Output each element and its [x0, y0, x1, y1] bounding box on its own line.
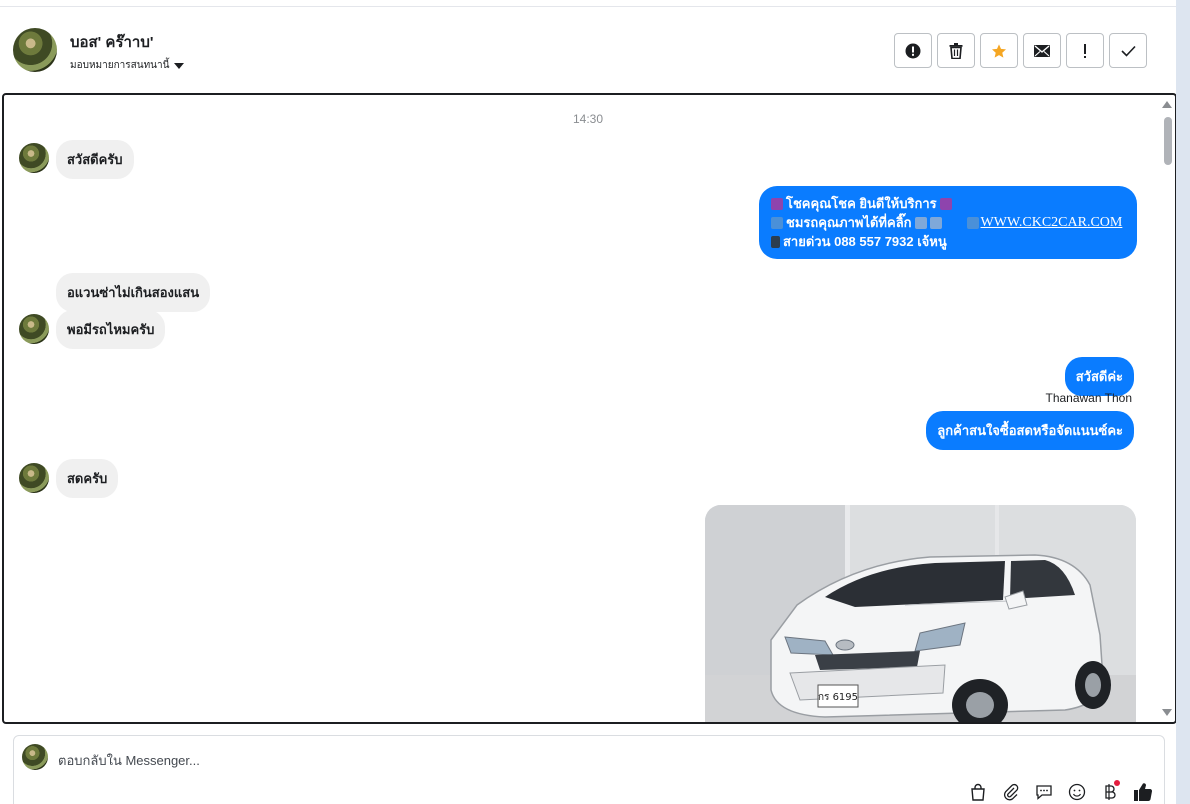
exclamation-icon [1084, 43, 1086, 58]
contact-avatar[interactable] [13, 28, 57, 72]
conversation-header: บอส' คร๊าาบ' มอบหมายการสนทนานี้ [0, 8, 1176, 92]
contact-name[interactable]: บอส' คร๊าาบ' [70, 30, 153, 54]
star-icon [992, 43, 1006, 58]
assign-conversation-dropdown[interactable]: มอบหมายการสนทนานี้ [70, 58, 185, 73]
window-right-edge [1176, 0, 1190, 804]
incoming-message: สวัสดีครับ [56, 140, 134, 179]
thread-scrollbar[interactable] [1161, 95, 1175, 722]
website-link[interactable]: WWW.CKC2CAR.COM [966, 213, 1123, 232]
incoming-message: สดครับ [56, 459, 119, 498]
play-icon [771, 216, 783, 229]
shopping-bag-icon [970, 783, 985, 801]
thumbs-up-icon [1133, 782, 1152, 801]
attach-button[interactable] [999, 780, 1022, 803]
car-photo-attachment[interactable]: กร 6195 [705, 505, 1136, 722]
arrow-down-icon [929, 216, 942, 229]
contact-avatar [19, 314, 49, 344]
scroll-thumb[interactable] [1164, 117, 1172, 165]
mail-icon [1034, 44, 1050, 57]
inbox-page: บอส' คร๊าาบ' มอบหมายการสนทนานี้ 14:30 สว… [0, 0, 1177, 804]
contact-avatar [19, 143, 49, 173]
promo-line-2: ชมรถคุณภาพได้ที่คลิ๊ก [786, 215, 912, 230]
scroll-down-arrow-icon[interactable] [1162, 709, 1172, 716]
phone-icon [771, 235, 780, 248]
emoji-button[interactable] [1065, 780, 1088, 803]
promo-line-3: สายด่วน 088 557 7932 เจ้หนู [783, 234, 947, 249]
delete-button[interactable] [937, 33, 975, 68]
done-button[interactable] [1109, 33, 1147, 68]
outgoing-message: ลูกค้าสนใจซื้อสดหรือจัดแนนซ์คะ [926, 411, 1134, 450]
caret-down-icon [174, 62, 185, 69]
sparkle-icon [771, 197, 783, 210]
license-plate: กร 6195 [818, 692, 858, 703]
spam-button[interactable] [894, 33, 932, 68]
arrow-down-icon [914, 216, 927, 229]
mark-unread-button[interactable] [1023, 33, 1061, 68]
message-thread[interactable]: 14:30 สวัสดีครับ โชคคุณโชค ยินดีให้บริกา… [2, 93, 1177, 724]
outgoing-promo-message: โชคคุณโชค ยินดีให้บริการ ชมรถคุณภาพได้ที… [759, 186, 1137, 259]
message-timestamp: 14:30 [572, 112, 604, 126]
play-icon [966, 216, 979, 229]
car-photo-illustration: กร 6195 [705, 505, 1136, 722]
alert-circle-icon [905, 43, 921, 58]
sender-name: Thanawan Thon [1045, 391, 1132, 405]
header-actions [894, 33, 1147, 68]
chat-bubble-icon [1035, 784, 1052, 800]
shop-button[interactable] [966, 780, 989, 803]
payment-button[interactable] [1098, 780, 1121, 803]
like-button[interactable] [1131, 780, 1154, 803]
page-avatar [22, 744, 48, 770]
scroll-up-arrow-icon[interactable] [1162, 101, 1172, 108]
incoming-message: พอมีรถไหมครับ [56, 310, 166, 349]
notification-dot [1114, 780, 1120, 786]
promo-line-1: โชคคุณโชค ยินดีให้บริการ [786, 196, 937, 211]
website-link-text: WWW.CKC2CAR.COM [980, 215, 1123, 230]
follow-up-button[interactable] [1066, 33, 1104, 68]
check-icon [1120, 45, 1136, 57]
composer-tools [966, 780, 1154, 803]
smiley-icon [1068, 783, 1085, 800]
reply-composer [13, 735, 1165, 804]
top-divider [0, 6, 1176, 7]
contact-avatar [19, 463, 49, 493]
incoming-message: อแวนซ่าไม่เกินสองแสน [56, 273, 211, 312]
reply-input[interactable] [58, 750, 958, 770]
assign-label: มอบหมายการสนทนานี้ [70, 60, 170, 71]
trash-icon [949, 42, 963, 59]
saved-replies-button[interactable] [1032, 780, 1055, 803]
paperclip-icon [1003, 783, 1018, 800]
sparkle-icon [939, 197, 952, 210]
star-button[interactable] [980, 33, 1018, 68]
